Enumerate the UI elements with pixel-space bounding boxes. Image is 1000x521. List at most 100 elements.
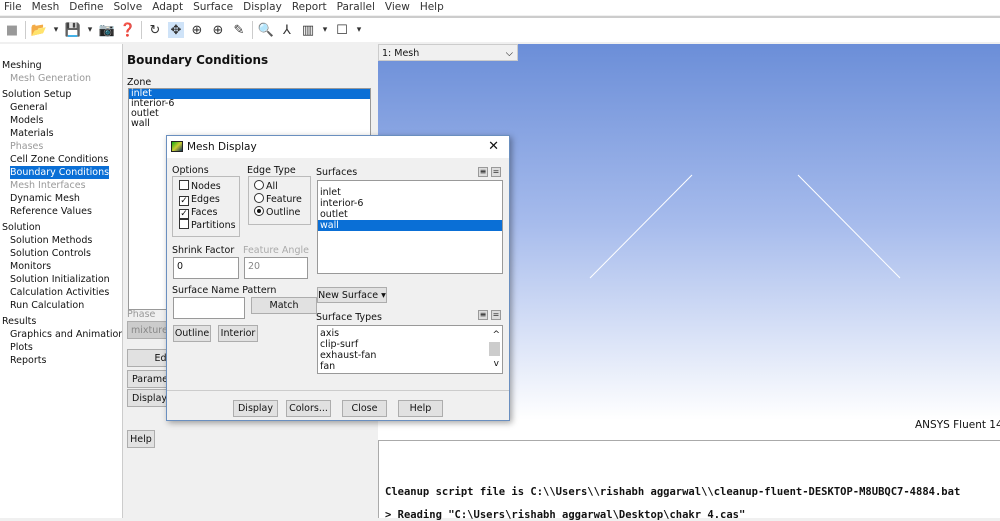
surface-item[interactable]: interior-6 bbox=[318, 198, 502, 209]
rotate-icon[interactable]: ↻ bbox=[147, 22, 163, 38]
tree-item[interactable]: General bbox=[0, 101, 122, 114]
scrollbar-thumb[interactable] bbox=[489, 342, 500, 356]
layout-icon[interactable]: ▥ bbox=[300, 22, 316, 38]
menu-report[interactable]: Report bbox=[288, 0, 333, 15]
option-nodes[interactable]: Nodes bbox=[179, 180, 239, 193]
option-edges[interactable]: ✓ Edges bbox=[179, 193, 239, 206]
menu-file[interactable]: File bbox=[0, 0, 28, 15]
tree-item[interactable]: Materials bbox=[0, 127, 122, 140]
colors-button[interactable]: Colors... bbox=[286, 400, 331, 417]
help-icon[interactable]: ❓ bbox=[120, 22, 136, 38]
checkbox-checked-icon[interactable]: ✓ bbox=[179, 196, 189, 206]
close-button[interactable]: Close bbox=[342, 400, 387, 417]
menu-mesh[interactable]: Mesh bbox=[28, 0, 66, 15]
menu-help[interactable]: Help bbox=[416, 0, 450, 15]
window-icon[interactable]: ☐ bbox=[334, 22, 350, 38]
menu-solve[interactable]: Solve bbox=[110, 0, 149, 15]
dropdown-icon[interactable]: ▾ bbox=[86, 22, 94, 38]
dropdown-icon[interactable]: ▾ bbox=[355, 22, 363, 38]
console[interactable]: Cleanup script file is C:\\Users\\rishab… bbox=[378, 440, 1000, 521]
radio-icon[interactable] bbox=[254, 193, 264, 203]
tree-item[interactable]: Solution Initialization bbox=[0, 273, 122, 286]
scroll-down-icon[interactable]: v bbox=[492, 359, 499, 370]
zoom-fit-icon[interactable]: 🔍 bbox=[258, 22, 274, 38]
menu-adapt[interactable]: Adapt bbox=[148, 0, 189, 15]
surface-types-list[interactable]: ^ v axis clip-surf exhaust-fan fan bbox=[317, 325, 503, 374]
surface-type-item[interactable]: fan bbox=[318, 361, 502, 372]
tree-item[interactable]: Solution Setup bbox=[0, 88, 122, 101]
new-surface-dropdown[interactable]: New Surface ▾ bbox=[317, 287, 387, 303]
probe-icon[interactable]: ✎ bbox=[231, 22, 247, 38]
deselect-all-types-icon[interactable]: = bbox=[491, 310, 501, 320]
close-icon[interactable]: ✕ bbox=[488, 139, 499, 154]
tree-item[interactable]: Graphics and Animations bbox=[0, 328, 129, 341]
zone-item[interactable]: interior-6 bbox=[129, 99, 370, 109]
zoom-in-icon[interactable]: ⊕ bbox=[189, 22, 205, 38]
outline-button[interactable]: Outline bbox=[173, 325, 211, 342]
tree-item[interactable]: Reports bbox=[0, 354, 122, 367]
tree-item[interactable]: Boundary Conditions bbox=[0, 166, 122, 179]
dropdown-icon[interactable]: ▾ bbox=[321, 22, 329, 38]
menu-display[interactable]: Display bbox=[239, 0, 288, 15]
tree-item[interactable]: Calculation Activities bbox=[0, 286, 122, 299]
tree-item[interactable]: Plots bbox=[0, 341, 122, 354]
shrink-factor-input[interactable]: 0 bbox=[173, 257, 239, 279]
select-all-icon[interactable]: ≡ bbox=[478, 167, 488, 177]
tree-item[interactable]: Mesh Interfaces bbox=[0, 179, 122, 192]
menu-surface[interactable]: Surface bbox=[189, 0, 239, 15]
display-button[interactable]: Display bbox=[233, 400, 278, 417]
tree-item[interactable]: Solution bbox=[0, 221, 122, 234]
tree-item[interactable]: Mesh Generation bbox=[0, 72, 122, 85]
radio-icon[interactable] bbox=[254, 206, 264, 216]
tree-item[interactable]: Meshing bbox=[0, 59, 122, 72]
surface-item[interactable]: outlet bbox=[318, 209, 502, 220]
edge-type-all[interactable]: All bbox=[254, 180, 310, 193]
edge-type-outline[interactable]: Outline bbox=[254, 206, 310, 219]
gray-box-icon[interactable]: ■ bbox=[4, 22, 20, 38]
camera-icon[interactable]: 📷 bbox=[99, 22, 115, 38]
tree-item[interactable]: Monitors bbox=[0, 260, 122, 273]
select-all-types-icon[interactable]: ≡ bbox=[478, 310, 488, 320]
tree-item[interactable]: Reference Values bbox=[0, 205, 122, 218]
tree-item[interactable]: Results bbox=[0, 315, 122, 328]
surface-type-item[interactable]: clip-surf bbox=[318, 339, 502, 350]
radio-icon[interactable] bbox=[254, 180, 264, 190]
dropdown-icon[interactable]: ▾ bbox=[52, 22, 60, 38]
checkbox-icon[interactable] bbox=[179, 219, 189, 229]
menu-define[interactable]: Define bbox=[65, 0, 109, 15]
zone-item[interactable]: wall bbox=[129, 119, 370, 129]
tree-item[interactable]: Solution Controls bbox=[0, 247, 122, 260]
scroll-up-icon[interactable]: ^ bbox=[490, 330, 500, 341]
help-button[interactable]: Help bbox=[127, 430, 155, 448]
zoom-box-icon[interactable]: ⊕ bbox=[210, 22, 226, 38]
tree-item[interactable]: Dynamic Mesh bbox=[0, 192, 122, 205]
axes-icon[interactable]: ⅄ bbox=[279, 22, 295, 38]
help-button[interactable]: Help bbox=[398, 400, 443, 417]
tree-item[interactable]: Run Calculation bbox=[0, 299, 122, 312]
pan-icon[interactable]: ✥ bbox=[168, 22, 184, 38]
match-button[interactable]: Match bbox=[251, 297, 317, 314]
zone-item[interactable]: outlet bbox=[129, 109, 370, 119]
surface-name-pattern-input[interactable] bbox=[173, 297, 245, 319]
edge-type-feature[interactable]: Feature bbox=[254, 193, 310, 206]
tree-item[interactable]: Models bbox=[0, 114, 122, 127]
open-folder-icon[interactable]: 📂 bbox=[31, 22, 47, 38]
surface-item[interactable]: wall bbox=[318, 220, 502, 231]
surface-item[interactable]: inlet bbox=[318, 187, 502, 198]
tree-item[interactable]: Cell Zone Conditions bbox=[0, 153, 122, 166]
interior-button[interactable]: Interior bbox=[218, 325, 258, 342]
checkbox-icon[interactable] bbox=[179, 180, 189, 190]
save-icon[interactable]: 💾 bbox=[65, 22, 81, 38]
surface-type-item[interactable]: exhaust-fan bbox=[318, 350, 502, 361]
option-partitions[interactable]: Partitions bbox=[179, 219, 239, 232]
surfaces-list[interactable]: inlet interior-6 outlet wall bbox=[317, 180, 503, 274]
surface-type-item[interactable]: axis bbox=[318, 328, 502, 339]
menu-view[interactable]: View bbox=[381, 0, 416, 15]
checkbox-checked-icon[interactable]: ✓ bbox=[179, 209, 189, 219]
deselect-all-icon[interactable]: = bbox=[491, 167, 501, 177]
tree-item[interactable]: Phases bbox=[0, 140, 122, 153]
option-faces[interactable]: ✓ Faces bbox=[179, 206, 239, 219]
menu-parallel[interactable]: Parallel bbox=[333, 0, 381, 15]
tree-item[interactable]: Solution Methods bbox=[0, 234, 122, 247]
feature-angle-input[interactable]: 20 bbox=[244, 257, 308, 279]
